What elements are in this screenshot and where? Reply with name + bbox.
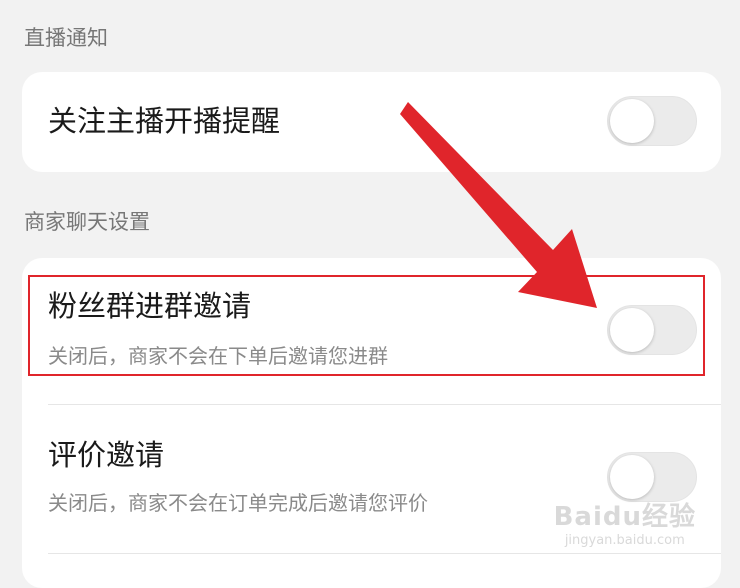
section-header-live-notifications: 直播通知: [24, 26, 108, 50]
toggle-knob: [610, 455, 654, 499]
row-divider: [48, 553, 721, 554]
review-invite-toggle[interactable]: [607, 452, 697, 502]
section-header-merchant-chat-settings: 商家聊天设置: [24, 210, 150, 234]
setting-title: 评价邀请: [48, 438, 165, 472]
setting-title: 粉丝群进群邀请: [48, 289, 252, 323]
merchant-chat-settings-card: 粉丝群进群邀请 关闭后，商家不会在下单后邀请您进群 评价邀请 关闭后，商家不会在…: [22, 258, 721, 588]
toggle-knob: [610, 308, 654, 352]
toggle-knob: [610, 99, 654, 143]
setting-row-follow-streamer-alert: 关注主播开播提醒: [48, 72, 721, 172]
setting-row-fan-group-invite: 粉丝群进群邀请 关闭后，商家不会在下单后邀请您进群: [48, 258, 721, 404]
fan-group-invite-toggle[interactable]: [607, 305, 697, 355]
follow-streamer-alert-toggle[interactable]: [607, 96, 697, 146]
setting-description: 关闭后，商家不会在下单后邀请您进群: [48, 344, 388, 368]
live-notifications-card: 关注主播开播提醒: [22, 72, 721, 172]
setting-title: 关注主播开播提醒: [48, 104, 281, 138]
setting-row-review-invite: 评价邀请 关闭后，商家不会在订单完成后邀请您评价: [48, 405, 721, 553]
setting-description: 关闭后，商家不会在订单完成后邀请您评价: [48, 491, 428, 515]
